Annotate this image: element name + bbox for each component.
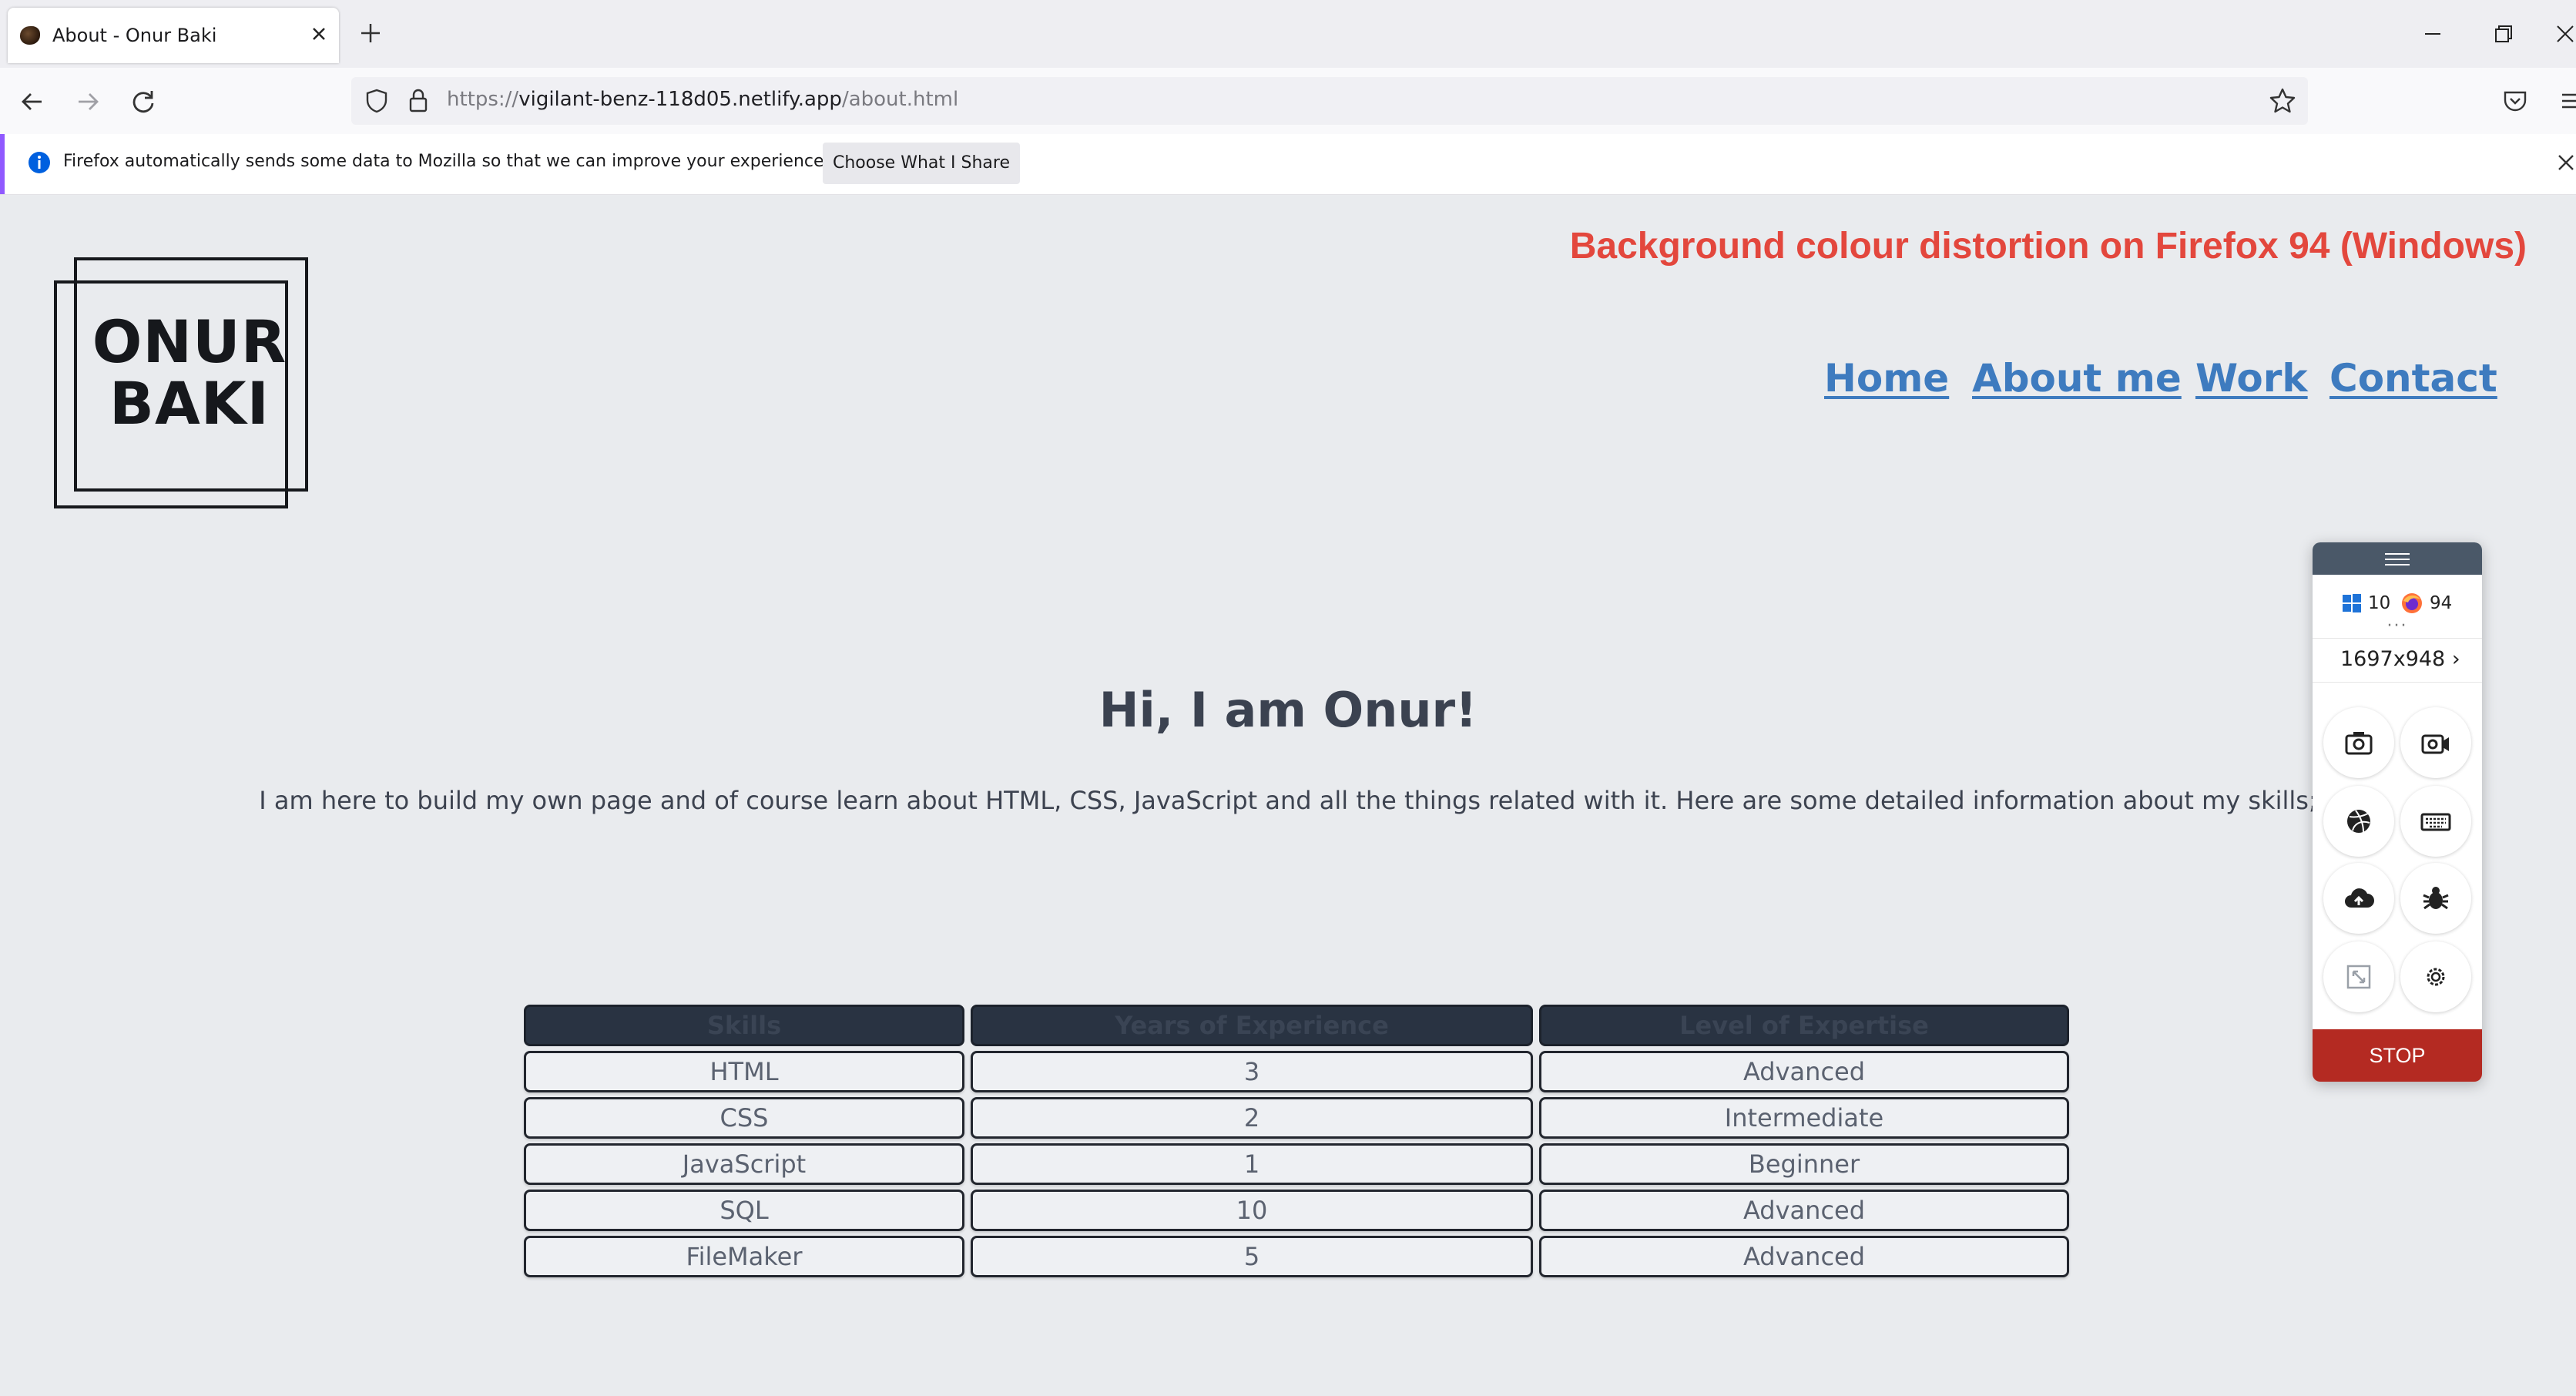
firefox-logo-icon — [2400, 592, 2423, 615]
logo-text: ONUR BAKI — [89, 311, 290, 435]
window-close-icon[interactable] — [2550, 15, 2576, 52]
resize-icon — [2346, 965, 2371, 989]
years-cell: 3 — [971, 1051, 1533, 1092]
nav-link-contact[interactable]: Contact — [2329, 356, 2497, 401]
restore-icon[interactable] — [2480, 15, 2524, 52]
url-path: /about.html — [841, 88, 959, 111]
skill-cell: JavaScript — [524, 1143, 964, 1185]
os-version: 10 — [2368, 593, 2391, 613]
nav-link-work[interactable]: Work — [2195, 356, 2308, 401]
new-tab-icon[interactable] — [351, 14, 390, 52]
testing-tool-panel: 10 94 ··· 1697x948 › STOP — [2313, 542, 2482, 1082]
years-cell: 2 — [971, 1097, 1533, 1139]
dribbble-button[interactable] — [2323, 786, 2394, 857]
browser-version: 94 — [2430, 593, 2453, 613]
resolution-value: 1697x948 › — [2340, 647, 2460, 671]
settings-button[interactable] — [2400, 941, 2471, 1012]
notification-text: Firefox automatically sends some data to… — [63, 152, 830, 171]
tracking-shield-icon[interactable] — [362, 86, 391, 116]
dribbble-icon — [2347, 810, 2370, 833]
table-row: SQL 10 Advanced — [524, 1190, 2069, 1231]
years-cell: 10 — [971, 1190, 1533, 1231]
table-row: CSS 2 Intermediate — [524, 1097, 2069, 1139]
lock-icon[interactable] — [405, 86, 431, 116]
tab-title: About - Onur Baki — [52, 25, 217, 46]
resolution-text: 1697x948 — [2340, 647, 2446, 671]
stop-button[interactable]: STOP — [2313, 1029, 2482, 1082]
level-cell: Advanced — [1539, 1190, 2069, 1231]
choose-what-i-share-button[interactable]: Choose What I Share — [823, 143, 1020, 184]
notification-close-icon[interactable] — [2551, 146, 2576, 177]
table-row: HTML 3 Advanced — [524, 1051, 2069, 1092]
screenshot-button[interactable] — [2323, 707, 2394, 778]
resize-button[interactable] — [2323, 941, 2394, 1012]
favicon-icon — [20, 26, 40, 45]
info-icon — [26, 149, 52, 176]
level-cell: Intermediate — [1539, 1097, 2069, 1139]
level-cell: Advanced — [1539, 1051, 2069, 1092]
notification-accent — [0, 134, 5, 194]
logo-line-2: BAKI — [109, 369, 270, 438]
video-icon — [2421, 734, 2449, 754]
url-scheme: https:// — [447, 88, 519, 111]
nav-link-home[interactable]: Home — [1824, 356, 1949, 401]
back-arrow-icon[interactable] — [15, 85, 49, 119]
skill-cell: HTML — [524, 1051, 964, 1092]
reload-icon[interactable] — [126, 85, 160, 119]
column-header-skills: Skills — [524, 1005, 964, 1046]
level-cell: Beginner — [1539, 1143, 2069, 1185]
drag-handle-icon[interactable] — [2383, 552, 2411, 567]
skills-table: Skills Years of Experience Level of Expe… — [518, 1000, 2075, 1282]
forward-arrow-icon[interactable] — [71, 85, 105, 119]
years-cell: 5 — [971, 1236, 1533, 1277]
table-row: JavaScript 1 Beginner — [524, 1143, 2069, 1185]
bug-icon — [2423, 887, 2449, 910]
table-header-row: Skills Years of Experience Level of Expe… — [524, 1005, 2069, 1046]
url-text[interactable]: https://vigilant-benz-118d05.netlify.app… — [447, 88, 958, 111]
column-header-level: Level of Expertise — [1539, 1005, 2069, 1046]
more-dots-icon[interactable]: ··· — [2313, 618, 2482, 635]
report-bug-button[interactable] — [2400, 863, 2471, 934]
logo-line-1: ONUR — [92, 307, 287, 376]
close-tab-icon[interactable] — [304, 18, 334, 49]
gear-icon — [2427, 968, 2445, 986]
nav-link-about[interactable]: About me — [1972, 356, 2182, 401]
level-cell: Advanced — [1539, 1236, 2069, 1277]
page-heading: Hi, I am Onur! — [1098, 682, 1478, 738]
record-video-button[interactable] — [2400, 707, 2471, 778]
skill-cell: FileMaker — [524, 1236, 964, 1277]
minimize-icon[interactable] — [2411, 15, 2454, 52]
site-logo[interactable]: ONUR BAKI — [54, 257, 310, 510]
years-cell: 1 — [971, 1143, 1533, 1185]
keyboard-button[interactable] — [2400, 786, 2471, 857]
column-header-years: Years of Experience — [971, 1005, 1533, 1046]
windows-logo-icon — [2342, 593, 2362, 613]
bug-annotation: Background colour distortion on Firefox … — [1569, 226, 2527, 267]
upload-icon — [2345, 888, 2374, 908]
hamburger-menu-icon[interactable] — [2556, 85, 2576, 117]
bookmark-star-icon[interactable] — [2266, 85, 2299, 117]
skill-cell: CSS — [524, 1097, 964, 1139]
environment-row[interactable] — [2313, 587, 2482, 618]
skill-cell: SQL — [524, 1190, 964, 1231]
pocket-icon[interactable] — [2499, 85, 2531, 117]
keyboard-icon — [2420, 813, 2451, 831]
table-row: FileMaker 5 Advanced — [524, 1236, 2069, 1277]
camera-icon — [2345, 732, 2373, 755]
browser-tab[interactable]: About - Onur Baki — [8, 8, 339, 63]
cloud-upload-button[interactable] — [2323, 863, 2394, 934]
intro-paragraph: I am here to build my own page and of co… — [259, 786, 2317, 815]
url-domain: vigilant-benz-118d05.netlify.app — [518, 88, 842, 111]
